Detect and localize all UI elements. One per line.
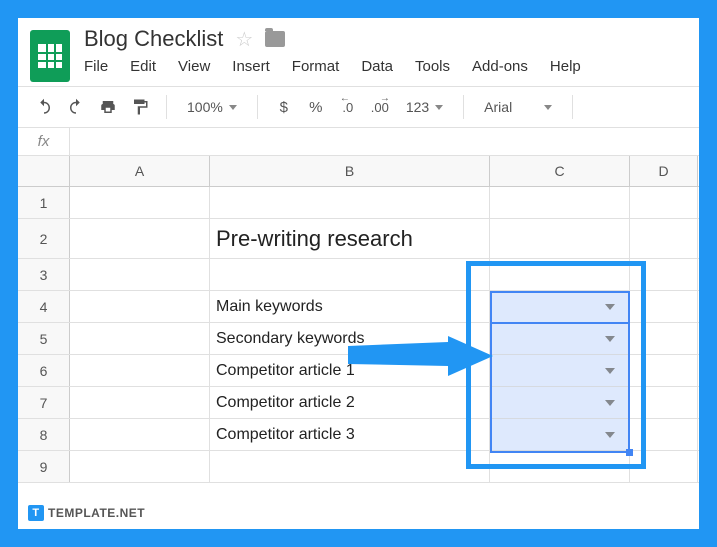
- cell-C4-dropdown[interactable]: [490, 291, 630, 322]
- cell-B2[interactable]: Pre-writing research: [210, 219, 490, 258]
- number-format-dropdown[interactable]: 123: [400, 99, 449, 115]
- cell-D5[interactable]: [630, 323, 698, 354]
- row-header-1[interactable]: 1: [18, 187, 70, 218]
- menu-insert[interactable]: Insert: [232, 58, 270, 75]
- cell-D2[interactable]: [630, 219, 698, 258]
- fill-handle[interactable]: [626, 449, 633, 456]
- document-title[interactable]: Blog Checklist: [84, 26, 223, 52]
- cell-A5[interactable]: [70, 323, 210, 354]
- star-icon[interactable]: ☆: [235, 27, 253, 52]
- row-header-3[interactable]: 3: [18, 259, 70, 290]
- cell-C5-dropdown[interactable]: [490, 323, 630, 354]
- menu-format[interactable]: Format: [292, 58, 340, 75]
- menu-edit[interactable]: Edit: [130, 58, 156, 75]
- cell-D8[interactable]: [630, 419, 698, 450]
- dropdown-caret-icon: [605, 432, 615, 438]
- print-button[interactable]: [96, 95, 120, 119]
- row-header-9[interactable]: 9: [18, 451, 70, 482]
- column-header-D[interactable]: D: [630, 156, 698, 186]
- spreadsheet-grid: A B C D 1 2 Pre-writing research 3 4 Main …: [18, 156, 699, 483]
- cell-B7[interactable]: Competitor article 2: [210, 387, 490, 418]
- paint-format-button[interactable]: [128, 95, 152, 119]
- cell-A6[interactable]: [70, 355, 210, 386]
- header: Blog Checklist ☆ File Edit View Insert F…: [18, 18, 699, 86]
- folder-icon[interactable]: [265, 31, 285, 47]
- cell-B3[interactable]: [210, 259, 490, 290]
- dropdown-caret-icon: [605, 368, 615, 374]
- chevron-down-icon: [435, 105, 443, 110]
- cell-D4[interactable]: [630, 291, 698, 322]
- row-header-6[interactable]: 6: [18, 355, 70, 386]
- toolbar: 100% $ % .0← .00→ 123 Arial: [18, 86, 699, 128]
- cell-C6-dropdown[interactable]: [490, 355, 630, 386]
- formula-bar: fx: [18, 128, 699, 156]
- fx-label: fx: [18, 128, 70, 155]
- cell-B5[interactable]: Secondary keywords: [210, 323, 490, 354]
- select-all-corner[interactable]: [18, 156, 70, 186]
- currency-button[interactable]: $: [272, 95, 296, 119]
- cell-A8[interactable]: [70, 419, 210, 450]
- cell-D1[interactable]: [630, 187, 698, 218]
- row-header-4[interactable]: 4: [18, 291, 70, 322]
- chevron-down-icon: [229, 105, 237, 110]
- sheets-logo-icon: [30, 30, 70, 82]
- column-header-B[interactable]: B: [210, 156, 490, 186]
- menu-data[interactable]: Data: [361, 58, 393, 75]
- row-header-8[interactable]: 8: [18, 419, 70, 450]
- row-header-2[interactable]: 2: [18, 219, 70, 258]
- cell-A1[interactable]: [70, 187, 210, 218]
- percent-button[interactable]: %: [304, 95, 328, 119]
- cell-C3[interactable]: [490, 259, 630, 290]
- cell-A3[interactable]: [70, 259, 210, 290]
- cell-B4[interactable]: Main keywords: [210, 291, 490, 322]
- cell-C1[interactable]: [490, 187, 630, 218]
- cell-D7[interactable]: [630, 387, 698, 418]
- menu-file[interactable]: File: [84, 58, 108, 75]
- menu-tools[interactable]: Tools: [415, 58, 450, 75]
- column-header-C[interactable]: C: [490, 156, 630, 186]
- row-header-5[interactable]: 5: [18, 323, 70, 354]
- menu-view[interactable]: View: [178, 58, 210, 75]
- cell-B9[interactable]: [210, 451, 490, 482]
- menu-help[interactable]: Help: [550, 58, 581, 75]
- zoom-dropdown[interactable]: 100%: [181, 99, 243, 115]
- menu-bar: File Edit View Insert Format Data Tools …: [84, 58, 687, 75]
- cell-A4[interactable]: [70, 291, 210, 322]
- cell-C7-dropdown[interactable]: [490, 387, 630, 418]
- increase-decimal-button[interactable]: .00→: [368, 95, 392, 119]
- column-header-A[interactable]: A: [70, 156, 210, 186]
- dropdown-caret-icon: [605, 304, 615, 310]
- cell-A2[interactable]: [70, 219, 210, 258]
- sheets-window: Blog Checklist ☆ File Edit View Insert F…: [18, 18, 699, 529]
- menu-addons[interactable]: Add-ons: [472, 58, 528, 75]
- cell-B8[interactable]: Competitor article 3: [210, 419, 490, 450]
- cell-C2[interactable]: [490, 219, 630, 258]
- cell-D9[interactable]: [630, 451, 698, 482]
- formula-input[interactable]: [70, 128, 699, 155]
- decrease-decimal-button[interactable]: .0←: [336, 95, 360, 119]
- undo-button[interactable]: [32, 95, 56, 119]
- dropdown-caret-icon: [605, 336, 615, 342]
- watermark-text: TEMPLATE.NET: [48, 506, 145, 520]
- cell-A9[interactable]: [70, 451, 210, 482]
- row-header-7[interactable]: 7: [18, 387, 70, 418]
- watermark: T TEMPLATE.NET: [28, 505, 145, 521]
- cell-B1[interactable]: [210, 187, 490, 218]
- cell-B6[interactable]: Competitor article 1: [210, 355, 490, 386]
- cell-C8-dropdown[interactable]: [490, 419, 630, 450]
- dropdown-caret-icon: [605, 400, 615, 406]
- cell-D3[interactable]: [630, 259, 698, 290]
- redo-button[interactable]: [64, 95, 88, 119]
- font-dropdown[interactable]: Arial: [478, 99, 558, 115]
- watermark-logo-icon: T: [28, 505, 44, 521]
- cell-D6[interactable]: [630, 355, 698, 386]
- cell-A7[interactable]: [70, 387, 210, 418]
- chevron-down-icon: [544, 105, 552, 110]
- cell-C9[interactable]: [490, 451, 630, 482]
